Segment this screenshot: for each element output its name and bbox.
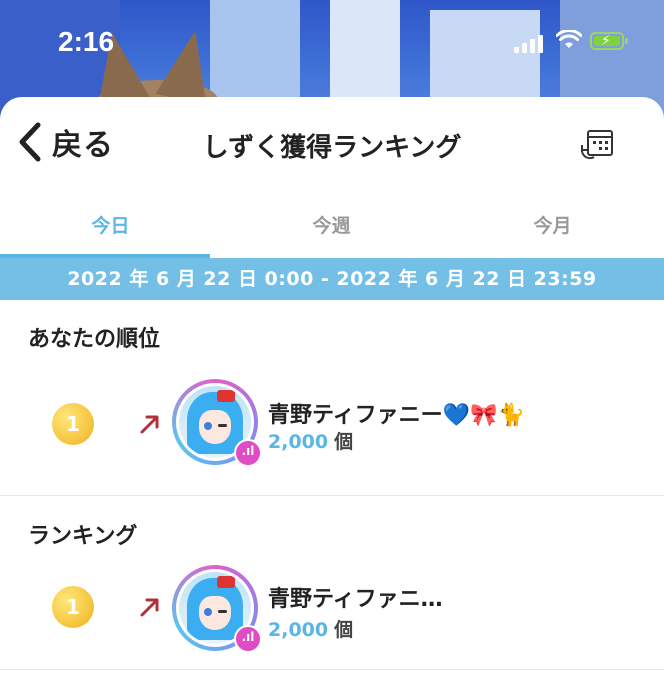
rank-badge: 1 — [52, 586, 94, 628]
tab-this-week[interactable]: 今週 — [221, 204, 442, 258]
header: 戻る しずく獲得ランキング — [0, 97, 664, 197]
ranking-row[interactable]: 1 .ıl 青野ティファニ… 2,000 個 — [0, 565, 664, 661]
tab-today[interactable]: 今日 — [0, 204, 221, 258]
ranking-title: ランキング — [28, 524, 138, 549]
tab-this-week-label: 今週 — [312, 215, 351, 237]
status-time: 2:16 — [58, 26, 115, 57]
gift-count-unit: 個 — [334, 431, 354, 453]
row-divider — [0, 669, 664, 670]
gift-count-value: 2,000 — [268, 619, 329, 641]
ranking-sheet: 戻る しずく獲得ランキング 今日 今週 今月 2022 年 6 月 22 日 0… — [0, 97, 664, 697]
section-divider — [0, 495, 664, 496]
gift-count-unit: 個 — [334, 619, 354, 641]
wifi-icon — [556, 30, 582, 48]
tab-this-month-label: 今月 — [533, 215, 572, 237]
user-name-text: 青野ティファニー — [268, 403, 443, 428]
period-tabs: 今日 今週 今月 — [0, 204, 664, 258]
my-rank-title: あなたの順位 — [28, 327, 161, 352]
tab-today-label: 今日 — [91, 215, 130, 237]
battery-icon: ⚡ — [590, 32, 628, 50]
rank-badge: 1 — [52, 403, 94, 445]
gift-count: 2,000 個 — [268, 615, 353, 642]
calendar-history-icon[interactable] — [580, 129, 616, 161]
user-name-emojis: 💙🎀🐈 — [442, 403, 525, 428]
trend-up-arrow-icon — [140, 598, 159, 617]
page-title: しずく獲得ランキング — [202, 133, 462, 163]
gift-count: 2,000 個 — [268, 427, 353, 454]
live-badge-icon: .ıl — [234, 439, 262, 467]
gift-count-value: 2,000 — [268, 431, 329, 453]
cellular-signal-icon — [514, 34, 546, 53]
trend-up-arrow-icon — [140, 415, 159, 434]
user-name: 青野ティファニー💙🎀🐈 — [268, 397, 525, 429]
date-range-bar: 2022 年 6 月 22 日 0:00 - 2022 年 6 月 22 日 2… — [0, 258, 664, 300]
live-badge-icon: .ıl — [234, 625, 262, 653]
status-bar: 2:16 ⚡ — [0, 0, 664, 84]
my-rank-row[interactable]: 1 .ıl 青野ティファニー💙🎀🐈 2,000 個 — [0, 379, 664, 475]
tab-this-month[interactable]: 今月 — [442, 204, 663, 258]
user-name: 青野ティファニ… — [268, 587, 443, 612]
